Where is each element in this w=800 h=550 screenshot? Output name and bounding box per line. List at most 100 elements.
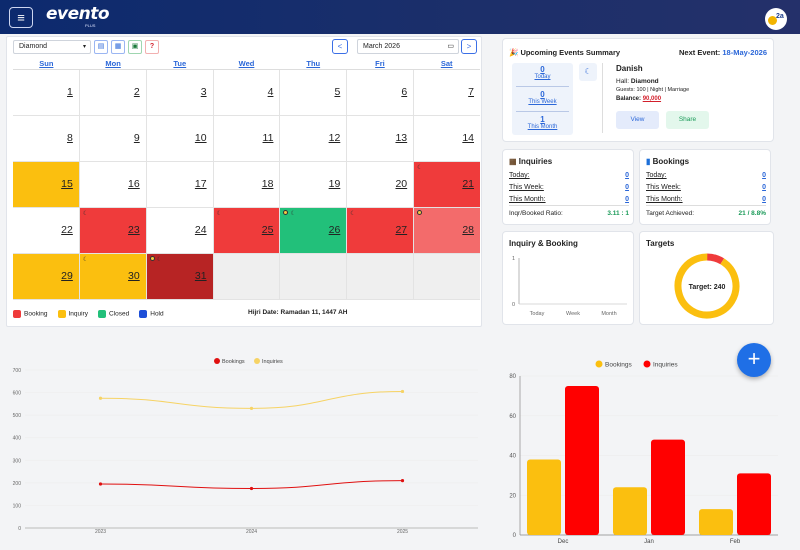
menu-button[interactable]: ≡ (9, 7, 33, 28)
stat-row-value[interactable]: 0 (762, 172, 766, 179)
day-number[interactable]: 23 (128, 224, 140, 236)
stat-row-value[interactable]: 0 (625, 196, 629, 203)
day-number[interactable]: 12 (329, 132, 341, 144)
month-count[interactable]: 1 This Month (512, 115, 573, 130)
day-number[interactable]: 20 (395, 178, 407, 190)
day-number[interactable]: 11 (263, 132, 274, 144)
day-number[interactable]: 25 (262, 224, 274, 236)
calendar-day[interactable]: ☾ 25 (213, 208, 281, 254)
day-number[interactable]: 30 (128, 270, 140, 282)
next-month-button[interactable]: > (461, 39, 477, 54)
week-count[interactable]: 0 This Week (512, 90, 573, 105)
calendar-day[interactable]: 13 (347, 116, 415, 162)
calendar-day[interactable]: 17 (146, 162, 214, 208)
y-tick-label: 1 (512, 256, 515, 262)
day-number[interactable]: 29 (61, 270, 73, 282)
day-number[interactable]: 19 (329, 178, 341, 190)
day-number[interactable]: 31 (195, 270, 207, 282)
calendar-day[interactable]: 16 (79, 162, 147, 208)
weekday-sat: Sat (440, 59, 453, 68)
day-number[interactable]: 26 (329, 224, 341, 236)
calendar-day[interactable]: ☾ 30 (79, 254, 147, 300)
legend-label: Bookings (605, 362, 632, 369)
prev-month-button[interactable]: < (332, 39, 348, 54)
calendar-day[interactable]: 29 (13, 254, 80, 300)
calendar-day[interactable]: 6 (347, 70, 415, 116)
help-icon[interactable]: ? (145, 40, 159, 54)
hall-select-value: Diamond (19, 43, 48, 50)
calendar-day[interactable]: 10 (146, 116, 214, 162)
calendar-icon[interactable]: ▦ (111, 40, 125, 54)
day-number[interactable]: 17 (195, 178, 207, 190)
calendar-day[interactable]: 9 (79, 116, 147, 162)
stat-row-value[interactable]: 0 (625, 172, 629, 179)
day-number[interactable]: 2 (134, 86, 140, 98)
calendar-day[interactable]: 2 (79, 70, 147, 116)
calendar-day[interactable]: ☾ 27 (347, 208, 415, 254)
calendar-day[interactable]: 1 (13, 70, 80, 116)
user-avatar[interactable]: 2a (765, 8, 787, 30)
calendar-picker-icon[interactable]: ▭ (447, 40, 454, 53)
day-number[interactable]: 28 (462, 224, 474, 236)
calendar-day[interactable]: 15 (13, 162, 80, 208)
legend-marker (595, 360, 603, 368)
hall-select[interactable]: Diamond ▾ (13, 40, 91, 54)
calendar-day[interactable]: 5 (280, 70, 348, 116)
today-count[interactable]: 0 Today (512, 65, 573, 80)
day-number[interactable]: 18 (262, 178, 274, 190)
calendar-day[interactable]: 11 (213, 116, 281, 162)
day-number[interactable]: 5 (334, 86, 340, 98)
calendar-week: 22 ☾ 23 24 ☾ 25 ☾ 26 ☾ 27 28 (13, 208, 481, 254)
day-number[interactable]: 24 (195, 224, 207, 236)
calendar-day[interactable]: 24 (146, 208, 214, 254)
stat-row: This Week: 0 (646, 184, 766, 191)
day-number[interactable]: 21 (462, 178, 474, 190)
calendar-day[interactable]: 8 (13, 116, 80, 162)
day-number[interactable]: 9 (134, 132, 140, 144)
event-markers: ☾ (83, 210, 89, 217)
calendar-day[interactable]: 12 (280, 116, 348, 162)
month-input[interactable]: March 2026 ▭ (357, 39, 459, 54)
add-event-button[interactable]: + (737, 343, 771, 377)
calendar-day[interactable]: ☾ 21 (414, 162, 481, 208)
day-number[interactable]: 8 (67, 132, 73, 144)
day-number[interactable]: 4 (268, 86, 274, 98)
day-number[interactable]: 1 (67, 86, 73, 98)
calendar-day[interactable]: ☾ 31 (146, 254, 214, 300)
stat-row-value[interactable]: 0 (625, 184, 629, 191)
day-number[interactable]: 27 (395, 224, 407, 236)
event-balance-value[interactable]: 90,000 (643, 96, 661, 102)
app-logo[interactable]: evento (46, 4, 110, 24)
excel-icon[interactable]: ▣ (128, 40, 142, 54)
view-button[interactable]: View (616, 111, 659, 129)
bar-inquiries (651, 439, 685, 535)
day-number[interactable]: 14 (462, 132, 474, 144)
day-number[interactable]: 3 (201, 86, 207, 98)
next-event-date[interactable]: 18-May-2026 (722, 48, 767, 57)
calendar-day[interactable]: 19 (280, 162, 348, 208)
night-moon-icon: ☾ (216, 211, 222, 217)
share-button[interactable]: Share (666, 111, 709, 129)
day-number[interactable]: 16 (128, 178, 140, 190)
calendar-day[interactable]: 7 (414, 70, 481, 116)
stat-row-value[interactable]: 0 (762, 184, 766, 191)
day-number[interactable]: 15 (61, 178, 73, 190)
stat-row-value[interactable]: 0 (762, 196, 766, 203)
calendar-day[interactable]: 18 (213, 162, 281, 208)
day-number[interactable]: 10 (195, 132, 207, 144)
calendar-day[interactable]: 20 (347, 162, 415, 208)
y-tick-label: 100 (13, 503, 22, 509)
calendar-day[interactable]: 22 (13, 208, 80, 254)
calendar-day[interactable]: ☾ 23 (79, 208, 147, 254)
calendar-day[interactable]: 4 (213, 70, 281, 116)
calendar-day[interactable]: 3 (146, 70, 214, 116)
document-icon[interactable]: ▤ (94, 40, 108, 54)
calendar-day[interactable]: 28 (414, 208, 481, 254)
day-number[interactable]: 7 (468, 86, 474, 98)
calendar-day[interactable]: 14 (414, 116, 481, 162)
calendar-day[interactable]: ☾ 26 (280, 208, 348, 254)
calendar-legend: Booking Inquiry Closed Hold (13, 310, 164, 318)
day-number[interactable]: 22 (61, 224, 73, 236)
day-number[interactable]: 13 (395, 132, 407, 144)
day-number[interactable]: 6 (401, 86, 407, 98)
